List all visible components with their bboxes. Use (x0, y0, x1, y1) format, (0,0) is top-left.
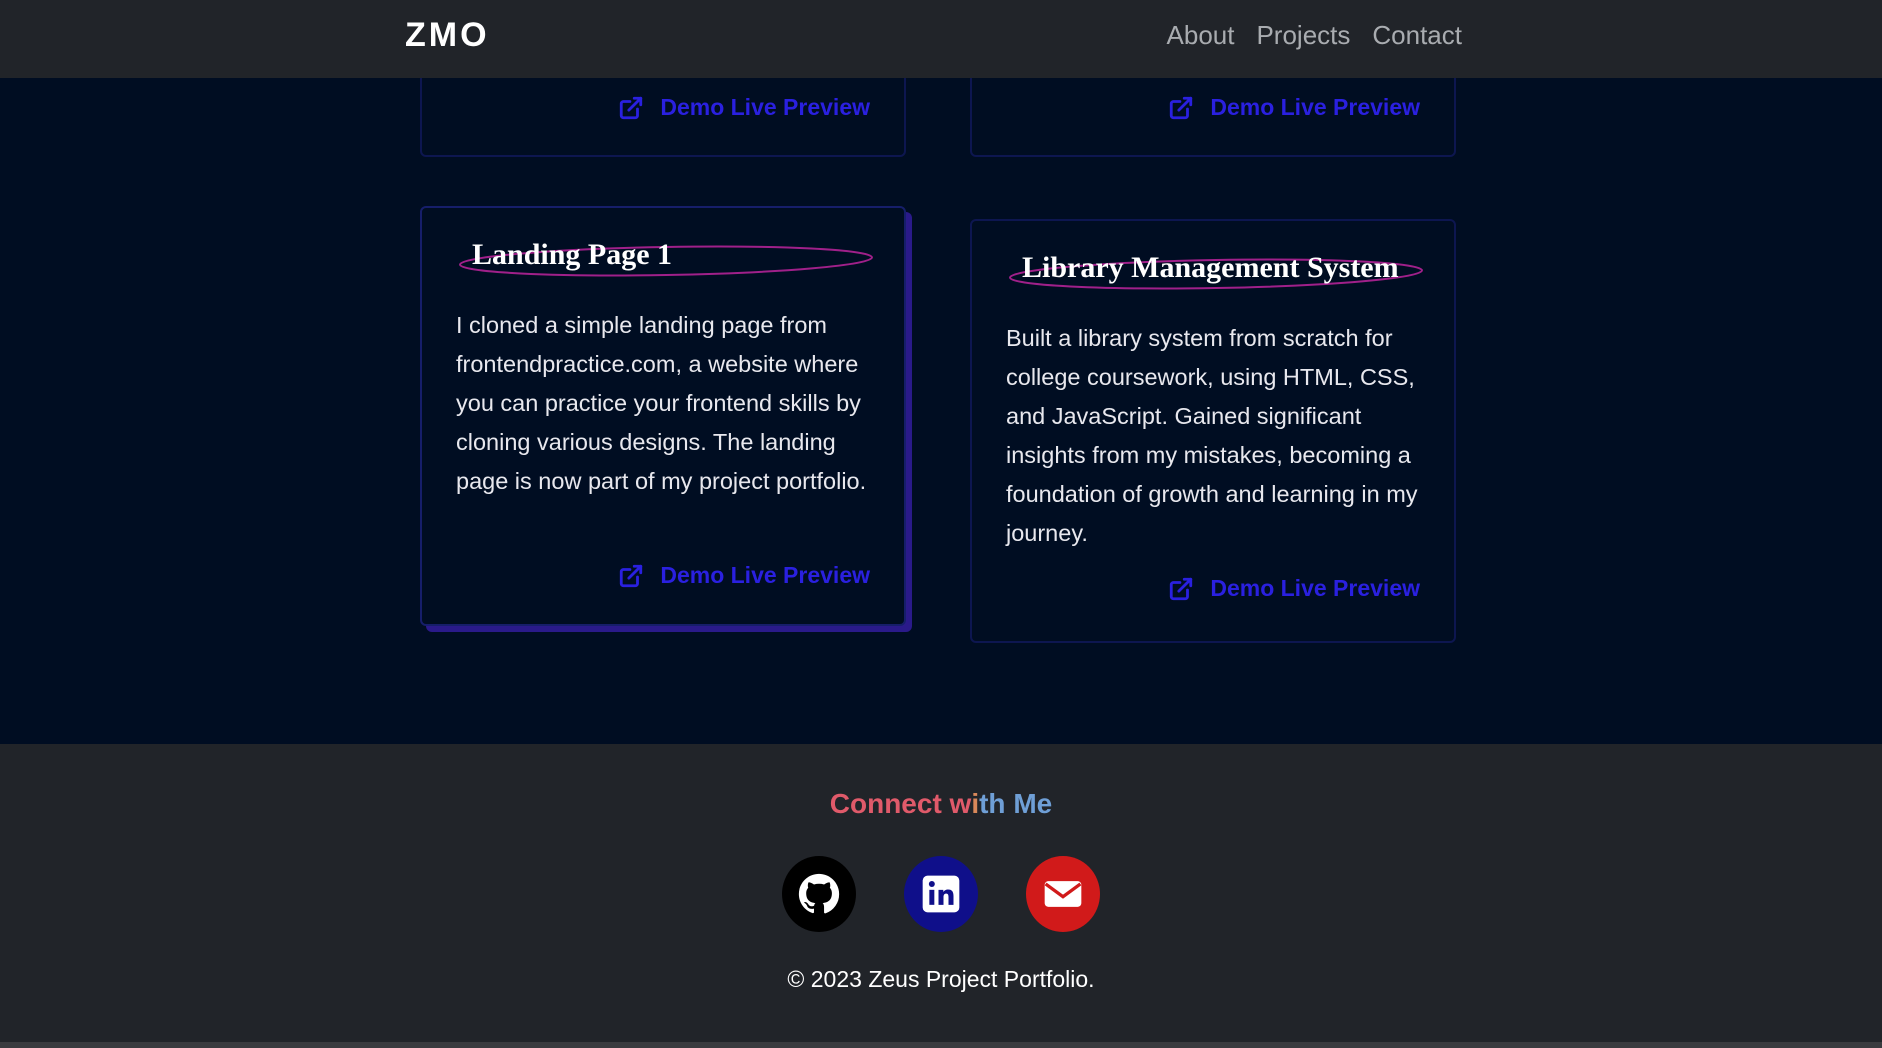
demo-live-preview-label: Demo Live Preview (660, 562, 870, 588)
card-title: Library Management System (1022, 251, 1399, 284)
nav-link-contact[interactable]: Contact (1372, 20, 1462, 51)
demo-live-preview-link[interactable]: Demo Live Preview (1168, 575, 1420, 602)
email-icon (1044, 881, 1082, 907)
card-description: Built a library system from scratch for … (1006, 325, 1418, 546)
demo-live-preview-label: Demo Live Preview (660, 94, 870, 120)
nav-link-about[interactable]: About (1167, 20, 1235, 51)
footer-bottom-bar (0, 1042, 1882, 1048)
card-description: I cloned a simple landing page from fron… (456, 312, 867, 494)
card-title-wrap: Landing Page 1 (456, 238, 873, 277)
card-title: Landing Page 1 (472, 238, 673, 271)
connect-heading-part: th Me (979, 788, 1053, 819)
project-card-library-system: Library Management System Built a librar… (970, 219, 1456, 643)
demo-live-preview-link[interactable]: Demo Live Preview (618, 94, 870, 121)
github-icon (798, 873, 840, 914)
footer: Connect with Me © 2023 Zeus Project Port… (0, 744, 1882, 1042)
linkedin-icon (922, 875, 960, 913)
external-link-icon (1170, 96, 1193, 119)
navbar: ZMO About Projects Contact (0, 0, 1882, 78)
connect-heading-part: Connect w (829, 788, 972, 819)
github-link[interactable] (782, 856, 856, 932)
external-link-icon (620, 96, 643, 119)
social-links (0, 856, 1882, 932)
connect-heading-part: i (971, 788, 980, 819)
demo-live-preview-label: Demo Live Preview (1210, 575, 1420, 601)
demo-live-preview-link[interactable]: Demo Live Preview (618, 562, 870, 589)
nav-link-projects[interactable]: Projects (1256, 20, 1350, 51)
card-title-wrap: Library Management System (1006, 251, 1423, 290)
linkedin-link[interactable] (904, 856, 978, 932)
demo-live-preview-label: Demo Live Preview (1210, 94, 1420, 120)
external-link-icon (1170, 577, 1193, 600)
external-link-icon (620, 564, 643, 587)
email-link[interactable] (1026, 856, 1100, 932)
demo-live-preview-link[interactable]: Demo Live Preview (1168, 94, 1420, 121)
brand-logo[interactable]: ZMO (405, 16, 490, 55)
copyright-text: © 2023 Zeus Project Portfolio. (787, 966, 1095, 992)
project-card-landing-page: Landing Page 1 I cloned a simple landing… (420, 206, 906, 626)
nav-links: About Projects Contact (1167, 20, 1462, 51)
connect-heading: Connect with Me (0, 788, 1882, 820)
